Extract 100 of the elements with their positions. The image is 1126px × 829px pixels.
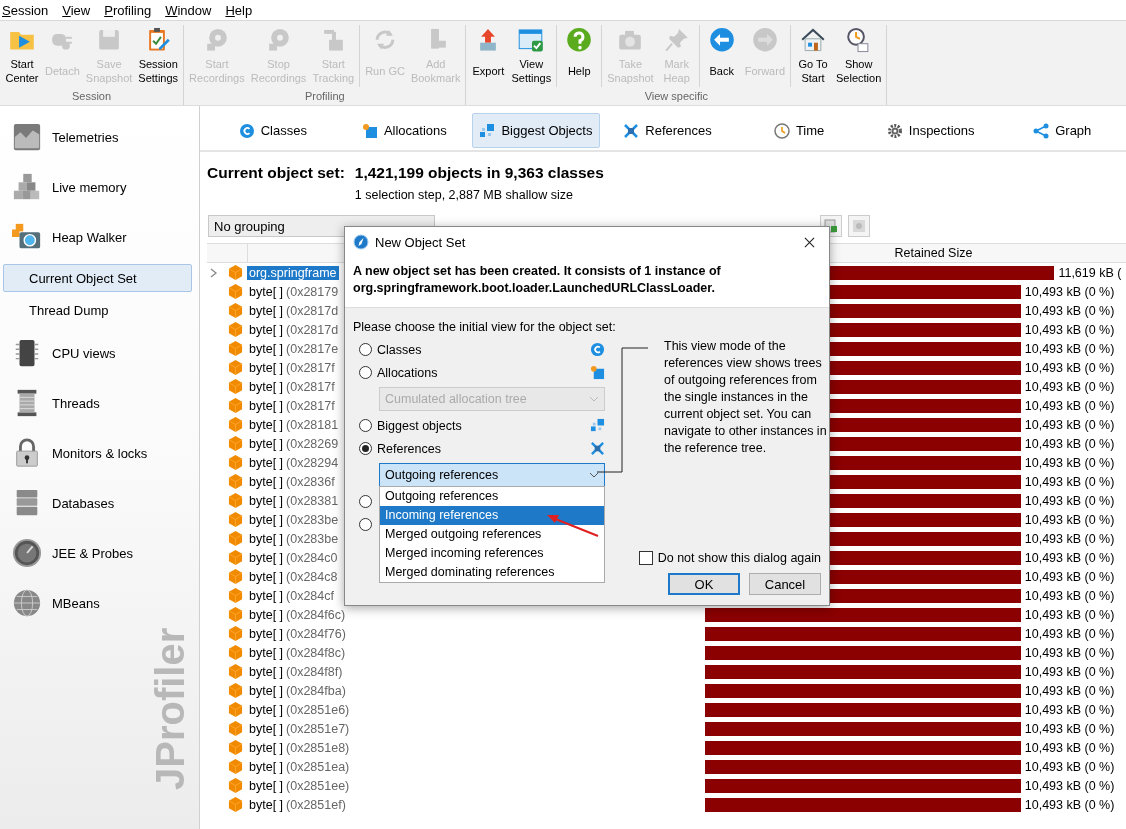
retained-size: 10,493 kB (0 %) bbox=[1023, 759, 1115, 774]
menu-item[interactable]: Window bbox=[165, 2, 212, 18]
retained-size: 10,493 kB (0 %) bbox=[1023, 626, 1115, 641]
object-address: (0x284f6c) bbox=[286, 607, 346, 622]
retained-size: 10,493 kB (0 %) bbox=[1023, 398, 1115, 413]
tab[interactable]: Time bbox=[735, 113, 863, 148]
sidebar-subitem[interactable]: Current Object Set bbox=[3, 264, 192, 292]
toolbar-button[interactable]: Show Selection bbox=[834, 25, 884, 87]
object-name: byte[ ] bbox=[248, 778, 285, 793]
cube-icon bbox=[228, 797, 243, 812]
gauge-icon bbox=[12, 538, 42, 568]
pointer-arrow bbox=[545, 512, 601, 538]
radio-button[interactable] bbox=[359, 343, 372, 356]
retained-size: 10,493 kB (0 %) bbox=[1023, 474, 1115, 489]
object-name: byte[ ] bbox=[248, 379, 285, 394]
tab[interactable]: Graph bbox=[998, 113, 1126, 148]
menu-item[interactable]: Session bbox=[2, 2, 49, 18]
checkbox[interactable] bbox=[638, 551, 653, 565]
cube-icon bbox=[228, 626, 243, 641]
object-name: byte[ ] bbox=[248, 797, 285, 812]
object-name: org.springframe bbox=[247, 265, 339, 280]
object-address: (0x28269 bbox=[286, 436, 339, 451]
toolbar-button[interactable]: Session Settings bbox=[136, 25, 181, 87]
retained-size: 10,493 kB (0 %) bbox=[1023, 341, 1115, 356]
cube-icon bbox=[228, 531, 243, 546]
object-address: (0x284fba) bbox=[286, 683, 346, 698]
tab[interactable]: Classes bbox=[209, 113, 337, 148]
group-label: View specific bbox=[643, 89, 710, 104]
toolbar-button[interactable]: Help bbox=[560, 25, 599, 87]
class-icon bbox=[590, 342, 605, 357]
object-address: (0x2851e8) bbox=[286, 740, 350, 755]
chevron-icon[interactable] bbox=[210, 267, 218, 278]
option-label[interactable]: Allocations bbox=[377, 365, 438, 380]
retained-size: 10,493 kB (0 %) bbox=[1023, 569, 1115, 584]
dialog-button[interactable]: OK bbox=[668, 573, 740, 595]
radio-button[interactable] bbox=[359, 419, 372, 432]
sidebar-item[interactable]: Monitors & locks bbox=[0, 428, 199, 478]
dropdown-option[interactable]: Outgoing references bbox=[380, 487, 604, 506]
sidebar-item[interactable]: Heap Walker bbox=[0, 212, 199, 262]
checkbox-label[interactable]: Do not show this dialog again bbox=[657, 551, 821, 565]
retained-size: 10,493 kB (0 %) bbox=[1023, 417, 1115, 432]
menu-item[interactable]: View bbox=[62, 2, 91, 18]
dialog-button[interactable]: Cancel bbox=[749, 573, 821, 595]
toolbar-button[interactable]: View Settings bbox=[509, 25, 554, 87]
radio-button[interactable] bbox=[359, 495, 372, 508]
object-name: byte[ ] bbox=[248, 436, 285, 451]
tab[interactable]: Inspections bbox=[866, 113, 995, 148]
object-address: (0x2817f bbox=[286, 398, 335, 413]
radio-button[interactable] bbox=[359, 442, 372, 455]
retained-size: 10,493 kB (0 %) bbox=[1023, 322, 1115, 337]
tab[interactable]: Biggest Objects bbox=[472, 113, 600, 148]
option-label[interactable]: References bbox=[377, 441, 441, 456]
heading-label: Current object set: bbox=[207, 164, 345, 182]
retained-size: 10,493 kB (0 %) bbox=[1023, 360, 1115, 375]
toolbar-button[interactable]: Start Center bbox=[3, 25, 41, 87]
object-address: (0x2817d bbox=[286, 303, 339, 318]
cube-icon bbox=[228, 569, 243, 584]
object-address: (0x284f76) bbox=[286, 626, 346, 641]
object-address: (0x28179 bbox=[286, 284, 339, 299]
menu-item[interactable]: Profiling bbox=[104, 2, 152, 18]
toolbar-button[interactable]: Export bbox=[469, 25, 508, 87]
cube-icon bbox=[228, 550, 243, 565]
dropdown-option[interactable]: Merged incoming references bbox=[380, 544, 604, 563]
pin-icon bbox=[663, 27, 690, 53]
dropdown-option[interactable]: Incoming references bbox=[380, 506, 604, 525]
cube-icon bbox=[228, 436, 243, 451]
option-label[interactable]: Classes bbox=[377, 342, 422, 357]
retained-size: 10,493 kB (0 %) bbox=[1023, 797, 1115, 812]
object-name: byte[ ] bbox=[248, 417, 285, 432]
retained-size: 10,493 kB (0 %) bbox=[1023, 778, 1115, 793]
dropdown-option[interactable]: Merged dominating references bbox=[380, 563, 604, 582]
sidebar-item[interactable]: Threads bbox=[0, 378, 199, 428]
cube-icon bbox=[228, 322, 243, 337]
tab[interactable]: References bbox=[603, 113, 732, 148]
option-label[interactable]: Biggest objects bbox=[377, 418, 462, 433]
cube-icon bbox=[228, 360, 243, 375]
sidebar-subitem[interactable]: Thread Dump bbox=[3, 296, 192, 324]
sidebar-item[interactable]: CPU views bbox=[0, 328, 199, 378]
sidebar-item[interactable]: Databases bbox=[0, 478, 199, 528]
sidebar-item[interactable]: MBeans bbox=[0, 578, 199, 628]
object-address: (0x2851ef) bbox=[286, 797, 346, 812]
radio-button[interactable] bbox=[359, 518, 372, 531]
object-name: byte[ ] bbox=[248, 721, 285, 736]
allocation-icon bbox=[590, 365, 605, 380]
retained-size: 10,493 kB (0 %) bbox=[1023, 531, 1115, 546]
cube-icon bbox=[228, 702, 243, 717]
tab[interactable]: Allocations bbox=[340, 113, 469, 148]
object-name: byte[ ] bbox=[248, 303, 285, 318]
toolbar-button[interactable]: Go To Start bbox=[794, 25, 832, 87]
dropdown-option[interactable]: Merged outgoing references bbox=[380, 525, 604, 544]
radio-button[interactable] bbox=[359, 366, 372, 379]
cube-icon bbox=[228, 474, 243, 489]
sidebar-item[interactable]: Live memory bbox=[0, 162, 199, 212]
retained-size: 10,493 kB (0 %) bbox=[1023, 550, 1115, 565]
sidebar-item[interactable]: Telemetries bbox=[0, 112, 199, 162]
sidebar-item[interactable]: JEE & Probes bbox=[0, 528, 199, 578]
toolbar-button[interactable]: Back bbox=[702, 25, 741, 87]
menu-item[interactable]: Help bbox=[225, 2, 253, 18]
object-address: (0x2836f bbox=[286, 474, 335, 489]
squares-icon bbox=[590, 418, 605, 433]
